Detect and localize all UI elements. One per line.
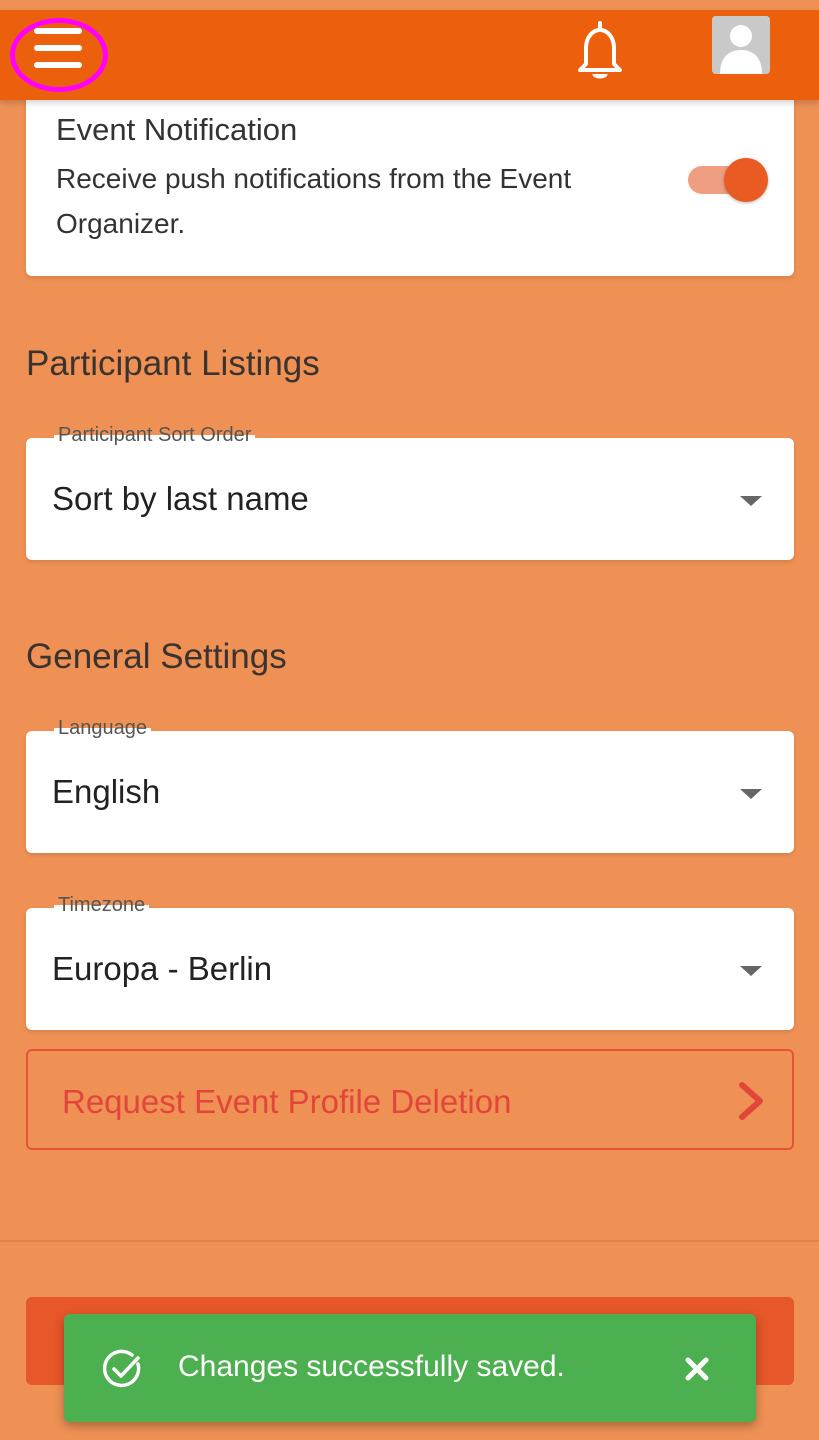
- timezone-select[interactable]: Timezone Europa - Berlin: [26, 894, 794, 1030]
- dropdown-caret-icon: [740, 966, 762, 976]
- settings-page: Event Notification Receive push notifica…: [0, 0, 819, 1440]
- user-avatar-icon[interactable]: [712, 16, 770, 74]
- check-circle-icon: [102, 1349, 141, 1388]
- language-select[interactable]: Language English: [26, 717, 794, 853]
- participant-sort-order-label: Participant Sort Order: [54, 424, 256, 447]
- request-profile-deletion-label: Request Event Profile Deletion: [62, 1083, 512, 1120]
- top-app-bar: [0, 10, 819, 100]
- timezone-value: Europa - Berlin: [52, 950, 273, 987]
- event-notification-title: Event Notification: [56, 112, 298, 147]
- dropdown-caret-icon: [740, 789, 762, 799]
- toast-message: Changes successfully saved.: [178, 1350, 565, 1383]
- event-notification-description: Receive push notifications from the Even…: [56, 163, 572, 239]
- bell-icon[interactable]: [574, 20, 626, 82]
- language-label: Language: [54, 717, 151, 740]
- event-notification-card: Event Notification Receive push notifica…: [26, 90, 794, 276]
- general-settings-heading: General Settings: [26, 637, 287, 676]
- dropdown-caret-icon: [740, 496, 762, 506]
- language-value: English: [52, 773, 161, 810]
- toggle-knob: [724, 158, 768, 202]
- participant-listings-heading: Participant Listings: [26, 344, 320, 383]
- request-profile-deletion-button[interactable]: Request Event Profile Deletion: [26, 1049, 794, 1150]
- success-toast: Changes successfully saved.: [64, 1314, 756, 1422]
- menu-highlight-circle: [10, 18, 108, 92]
- participant-sort-order-select[interactable]: Participant Sort Order Sort by last name: [26, 424, 794, 560]
- participant-sort-order-value: Sort by last name: [52, 480, 309, 517]
- timezone-label: Timezone: [54, 894, 150, 917]
- chevron-right-icon: [739, 1082, 763, 1120]
- close-icon[interactable]: [682, 1354, 712, 1384]
- footer-divider: [0, 1240, 819, 1242]
- event-notification-toggle[interactable]: [688, 158, 770, 202]
